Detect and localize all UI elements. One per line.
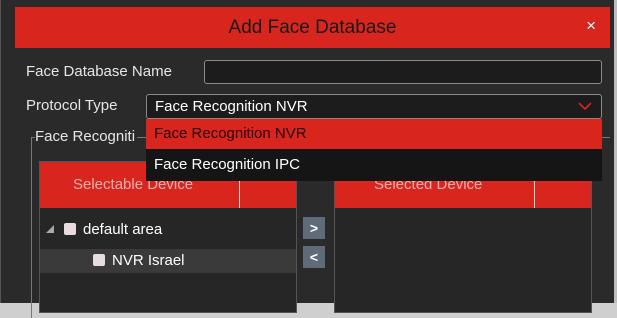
dialog-titlebar: Add Face Database ×	[15, 7, 610, 48]
protocol-type-select[interactable]: Face Recognition NVR	[146, 94, 602, 119]
face-database-name-label: Face Database Name	[26, 63, 172, 80]
face-recognition-group-label: Face Recogniti	[35, 128, 138, 145]
chevron-down-icon	[578, 102, 592, 111]
tree-item-default-area[interactable]: default area	[46, 218, 162, 242]
protocol-type-value: Face Recognition NVR	[155, 98, 308, 115]
protocol-type-dropdown: Face Recognition NVR Face Recognition IP…	[146, 119, 602, 181]
option-face-recognition-nvr[interactable]: Face Recognition NVR	[146, 119, 602, 149]
tree-item-nvr-israel[interactable]: NVR Israel	[40, 249, 296, 273]
dialog-title: Add Face Database	[228, 17, 397, 38]
option-face-recognition-ipc[interactable]: Face Recognition IPC	[146, 150, 602, 180]
face-database-name-input[interactable]	[204, 60, 602, 84]
tree-item-label: default area	[83, 221, 163, 238]
expand-triangle-icon[interactable]	[46, 225, 54, 233]
close-icon[interactable]: ×	[586, 7, 596, 45]
tree-item-label: NVR Israel	[112, 252, 185, 269]
checkbox-default-area[interactable]	[64, 223, 76, 235]
add-device-button[interactable]: >	[303, 217, 325, 239]
add-face-database-dialog: Add Face Database × Face Database Name P…	[0, 0, 617, 318]
protocol-type-label: Protocol Type	[26, 97, 118, 114]
remove-device-button[interactable]: <	[303, 246, 325, 268]
checkbox-nvr-israel[interactable]	[93, 254, 105, 266]
selected-device-panel: Selected Device	[334, 161, 592, 313]
selectable-device-panel: Selectable Device default area NVR Israe…	[39, 161, 297, 313]
